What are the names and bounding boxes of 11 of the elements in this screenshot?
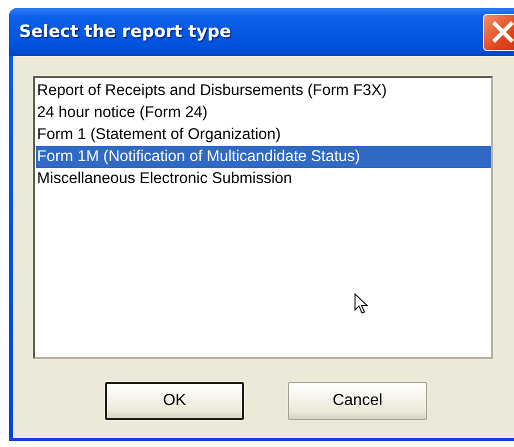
list-item[interactable]: 24 hour notice (Form 24) bbox=[36, 102, 491, 124]
ok-button[interactable]: OK bbox=[105, 382, 244, 420]
list-item[interactable]: Report of Receipts and Disbursements (Form F3X) bbox=[36, 80, 491, 102]
close-icon bbox=[492, 21, 514, 43]
cursor-icon bbox=[354, 293, 368, 315]
list-item[interactable]: Miscellaneous Electronic Submission bbox=[36, 168, 491, 190]
close-button[interactable] bbox=[483, 14, 514, 50]
list-item[interactable]: Form 1 (Statement of Organization) bbox=[36, 124, 491, 146]
cancel-button[interactable]: Cancel bbox=[288, 382, 427, 420]
list-item[interactable]: Form 1M (Notification of Multicandidate Status) bbox=[36, 146, 491, 168]
window-title: Select the report type bbox=[19, 22, 232, 42]
